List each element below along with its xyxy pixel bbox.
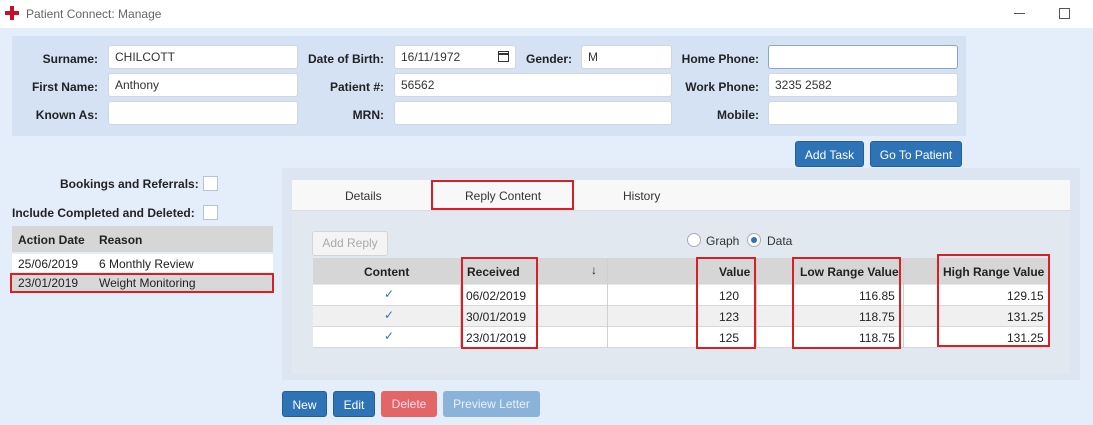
column-value[interactable]: Value — [719, 265, 750, 279]
value-cell: 120 — [719, 289, 740, 303]
gender-field[interactable]: M — [581, 45, 672, 69]
column-divider — [756, 258, 757, 348]
column-low-range[interactable]: Low Range Value — [800, 265, 899, 279]
column-divider — [607, 258, 608, 348]
content-check-icon: ✓ — [384, 287, 395, 301]
patient-number-field[interactable]: 56562 — [394, 73, 672, 97]
edit-button[interactable]: Edit — [333, 391, 375, 417]
bookings-table-header: Action Date Reason — [12, 226, 273, 252]
table-row[interactable]: ✓ 23/01/2019 125 118.75 131.25 — [313, 327, 1050, 348]
column-content[interactable]: Content — [364, 265, 409, 279]
high-range-cell: 131.25 — [1007, 310, 1044, 324]
surname-label: Surname: — [42, 52, 98, 66]
known-as-label: Known As: — [35, 108, 98, 122]
tab-bar: Details Reply Content History — [292, 180, 1070, 211]
patient-number-label: Patient #: — [329, 80, 384, 94]
tab-history[interactable]: History — [623, 189, 660, 203]
received-cell: 06/02/2019 — [466, 289, 527, 303]
content-check-icon: ✓ — [384, 329, 395, 343]
minimize-icon[interactable] — [1014, 6, 1026, 20]
go-to-patient-button[interactable]: Go To Patient — [870, 141, 962, 167]
data-radio[interactable] — [747, 233, 761, 247]
content-check-icon: ✓ — [384, 308, 395, 322]
tab-reply-content[interactable]: Reply Content — [465, 189, 541, 203]
bookings-referrals-label: Bookings and Referrals: — [60, 177, 199, 191]
table-row[interactable]: 25/06/2019 6 Monthly Review — [12, 254, 273, 272]
column-received[interactable]: Received — [467, 265, 520, 279]
tab-details[interactable]: Details — [345, 189, 382, 203]
patient-details-panel: Surname: CHILCOTT First Name: Anthony Kn… — [12, 36, 966, 136]
mrn-label: MRN: — [352, 108, 384, 122]
new-button[interactable]: New — [282, 391, 327, 417]
column-reason[interactable]: Reason — [99, 233, 142, 247]
value-cell: 125 — [719, 331, 740, 345]
reply-data-grid: Content Received ↓ Value Low Range Value… — [313, 258, 1050, 348]
reason-cell: 6 Monthly Review — [99, 257, 194, 271]
received-cell: 23/01/2019 — [466, 331, 527, 345]
grid-header: Content Received ↓ Value Low Range Value… — [313, 258, 1050, 284]
gender-label: Gender: — [525, 52, 572, 66]
home-phone-label: Home Phone: — [681, 52, 759, 66]
delete-button[interactable]: Delete — [381, 391, 437, 417]
dob-label: Date of Birth: — [308, 52, 384, 66]
work-phone-label: Work Phone: — [685, 80, 759, 94]
maximize-icon[interactable] — [1059, 8, 1070, 19]
table-row-selected[interactable]: 23/01/2019 Weight Monitoring — [12, 273, 273, 291]
reason-cell: Weight Monitoring — [99, 276, 196, 290]
low-range-cell: 116.85 — [859, 289, 895, 303]
add-task-button[interactable]: Add Task — [795, 141, 864, 167]
work-phone-field[interactable]: 3235 2582 — [768, 73, 958, 97]
bookings-referrals-checkbox[interactable] — [203, 176, 218, 191]
action-date-cell: 25/06/2019 — [18, 257, 79, 271]
dob-field[interactable]: 16/11/1972 — [394, 45, 516, 69]
mrn-field[interactable] — [394, 101, 672, 125]
surname-field[interactable]: CHILCOTT — [108, 45, 298, 69]
mobile-field[interactable] — [768, 101, 958, 125]
mobile-label: Mobile: — [717, 108, 759, 122]
app-cross-icon — [5, 6, 19, 20]
data-radio-label: Data — [767, 234, 793, 248]
graph-radio[interactable] — [687, 233, 701, 247]
received-cell: 30/01/2019 — [466, 310, 527, 324]
include-completed-checkbox[interactable] — [203, 205, 218, 220]
low-range-cell: 118.75 — [859, 310, 895, 324]
include-completed-label: Include Completed and Deleted: — [12, 206, 195, 220]
column-high-range[interactable]: High Range Value — [943, 265, 1044, 279]
graph-radio-label: Graph — [706, 234, 740, 248]
value-cell: 123 — [719, 310, 740, 324]
window-title: Patient Connect: Manage — [26, 7, 162, 21]
column-action-date[interactable]: Action Date — [18, 233, 85, 247]
low-range-cell: 118.75 — [859, 331, 895, 345]
sort-arrow-icon[interactable]: ↓ — [591, 263, 597, 277]
home-phone-field[interactable] — [768, 45, 958, 69]
table-row[interactable]: ✓ 30/01/2019 123 118.75 131.25 — [313, 306, 1050, 327]
preview-letter-button[interactable]: Preview Letter — [443, 391, 540, 417]
column-divider — [460, 258, 461, 348]
table-row[interactable]: ✓ 06/02/2019 120 116.85 129.15 — [313, 285, 1050, 306]
action-date-cell: 23/01/2019 — [18, 276, 79, 290]
known-as-field[interactable] — [108, 101, 298, 125]
high-range-cell: 131.25 — [1007, 331, 1044, 345]
first-name-label: First Name: — [31, 80, 98, 94]
dob-value: 16/11/1972 — [401, 50, 461, 64]
column-divider — [903, 258, 904, 348]
calendar-icon[interactable] — [498, 51, 509, 62]
add-reply-button[interactable]: Add Reply — [312, 231, 388, 256]
first-name-field[interactable]: Anthony — [108, 73, 298, 97]
title-bar: Patient Connect: Manage — [0, 0, 1093, 28]
high-range-cell: 129.15 — [1007, 289, 1044, 303]
